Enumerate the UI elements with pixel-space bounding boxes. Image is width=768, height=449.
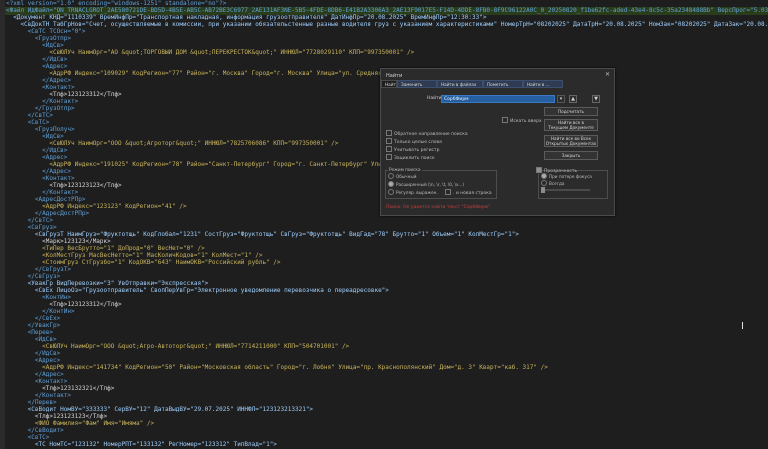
code-line[interactable]: <ТС НомТС="123132" НомерРПТ="133132" Рег… bbox=[0, 441, 768, 449]
whole-word-checkbox[interactable]: Только целые слова bbox=[386, 138, 442, 146]
backward-direction-checkbox[interactable]: Обратное направление поиска bbox=[386, 130, 468, 138]
dialog-title: Найти bbox=[386, 73, 403, 79]
find-dialog: Найти ✕ Найти Заменить Найти в файлах По… bbox=[380, 68, 615, 216]
dot-matches-newline-checkbox[interactable]: . и новая строка bbox=[445, 189, 492, 197]
backward-checkbox[interactable]: Искать вверх bbox=[502, 117, 542, 125]
tab-replace[interactable]: Заменить bbox=[397, 80, 437, 88]
search-up-button[interactable]: ▲ bbox=[569, 95, 577, 103]
count-button[interactable]: Подсчитать bbox=[544, 107, 598, 116]
find-all-current-button[interactable]: Найти все в Текущем Документе bbox=[544, 119, 598, 131]
tab-find-in-files[interactable]: Найти в файлах bbox=[437, 80, 483, 88]
find-all-open-button[interactable]: Найти все во Всех Открытых Документах bbox=[544, 135, 598, 147]
tab-mark[interactable]: Пометить bbox=[483, 80, 523, 88]
fold-gutter bbox=[0, 441, 5, 449]
chevron-down-icon[interactable]: ▾ bbox=[557, 95, 565, 103]
wrap-around-checkbox[interactable]: Зациклить поиск bbox=[386, 154, 435, 162]
transparency-always-radio[interactable]: Всегда bbox=[541, 180, 564, 187]
search-down-button[interactable]: ▼ bbox=[592, 95, 600, 103]
transparency-lose-focus-radio[interactable]: При потере фокуса bbox=[541, 173, 592, 180]
match-case-checkbox[interactable]: Учитывать регистр bbox=[386, 146, 439, 154]
status-message: Поиск: Не удается найти текст "СорбФирм" bbox=[386, 205, 491, 210]
text-cursor-icon: I bbox=[741, 321, 744, 332]
code-text: <ТС НомТС="123132" НомерРПТ="133132" Рег… bbox=[6, 441, 277, 448]
find-input[interactable]: СорбФирм bbox=[441, 95, 555, 103]
transparency-slider-handle[interactable] bbox=[541, 187, 545, 193]
close-button[interactable]: Закрыть bbox=[544, 151, 598, 160]
transparency-slider-track[interactable] bbox=[544, 189, 590, 191]
mode-extended-radio[interactable]: Расширенный (\n, \r, \t, \0, \x...) bbox=[388, 181, 464, 188]
find-input-value: СорбФирм bbox=[444, 97, 469, 102]
mode-normal-radio[interactable]: Обычный bbox=[388, 173, 416, 180]
dialog-tabs: Найти Заменить Найти в файлах Пометить Н… bbox=[381, 80, 614, 88]
close-icon[interactable]: ✕ bbox=[605, 72, 610, 78]
tab-find-in-more[interactable]: Найти в ... bbox=[523, 80, 563, 88]
tab-find[interactable]: Найти bbox=[381, 80, 397, 88]
mode-regex-radio[interactable]: Регуляр. выражен. bbox=[388, 189, 438, 196]
